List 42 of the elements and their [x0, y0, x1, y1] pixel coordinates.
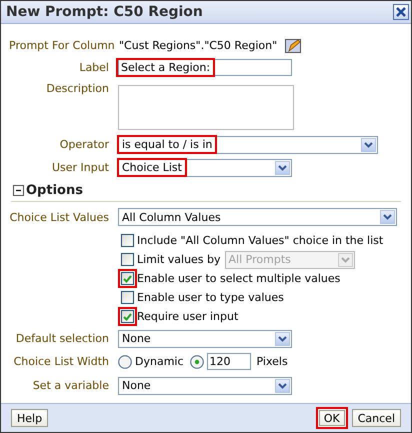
- collapse-icon[interactable]: [13, 185, 24, 196]
- checkbox[interactable]: [118, 250, 137, 269]
- checkbox[interactable]: [118, 231, 137, 250]
- field-label: Operator: [58, 138, 110, 151]
- field-label: Label: [78, 61, 110, 74]
- edit-formula-icon[interactable]: [285, 38, 302, 52]
- checkmark-icon: [123, 312, 132, 320]
- dropdown[interactable]: All Column Values: [118, 208, 397, 226]
- radio-label: Dynamic: [135, 355, 184, 368]
- dropdown[interactable]: Choice List: [118, 158, 292, 176]
- checkbox[interactable]: [118, 307, 137, 326]
- field-label: Description: [45, 82, 110, 95]
- text-field[interactable]: Select a Region:: [118, 59, 292, 76]
- text-field[interactable]: 120: [206, 353, 251, 370]
- dialog-button[interactable]: OK: [316, 407, 348, 429]
- dropdown[interactable]: None: [118, 376, 292, 394]
- checkbox[interactable]: [118, 288, 137, 307]
- section-title: Options: [26, 183, 83, 198]
- close-button[interactable]: [393, 4, 409, 20]
- dialog-button[interactable]: Cancel: [352, 409, 401, 427]
- checkbox-label: Limit values by: [137, 253, 221, 266]
- radio-button[interactable]: [118, 354, 132, 368]
- dropdown[interactable]: None: [118, 330, 292, 348]
- unit-label: Pixels: [256, 355, 288, 368]
- checkbox-label: Include "All Column Values" choice in the list: [137, 234, 384, 247]
- field-label: Prompt For Column: [9, 39, 116, 52]
- window-title: New Prompt: C50 Region: [6, 4, 203, 20]
- checkbox-label: Require user input: [137, 310, 238, 323]
- field-label: Default selection: [14, 332, 110, 345]
- checkbox[interactable]: [118, 269, 137, 288]
- checkmark-icon: [123, 274, 132, 282]
- field-label: Set a variable: [32, 379, 110, 392]
- dialog-button[interactable]: Help: [11, 409, 48, 427]
- checkbox-label: Enable user to type values: [137, 291, 284, 304]
- field-label: Choice List Width: [12, 355, 110, 368]
- dropdown[interactable]: is equal to / is in: [118, 136, 378, 154]
- radio-button[interactable]: [190, 354, 204, 368]
- checkbox-label: Enable user to select multiple values: [137, 272, 340, 285]
- column-name: "Cust Regions"."C50 Region": [119, 39, 278, 52]
- field-label: User Input: [50, 161, 110, 174]
- dropdown: All Prompts: [224, 250, 355, 268]
- field-label: Choice List Values: [9, 210, 110, 224]
